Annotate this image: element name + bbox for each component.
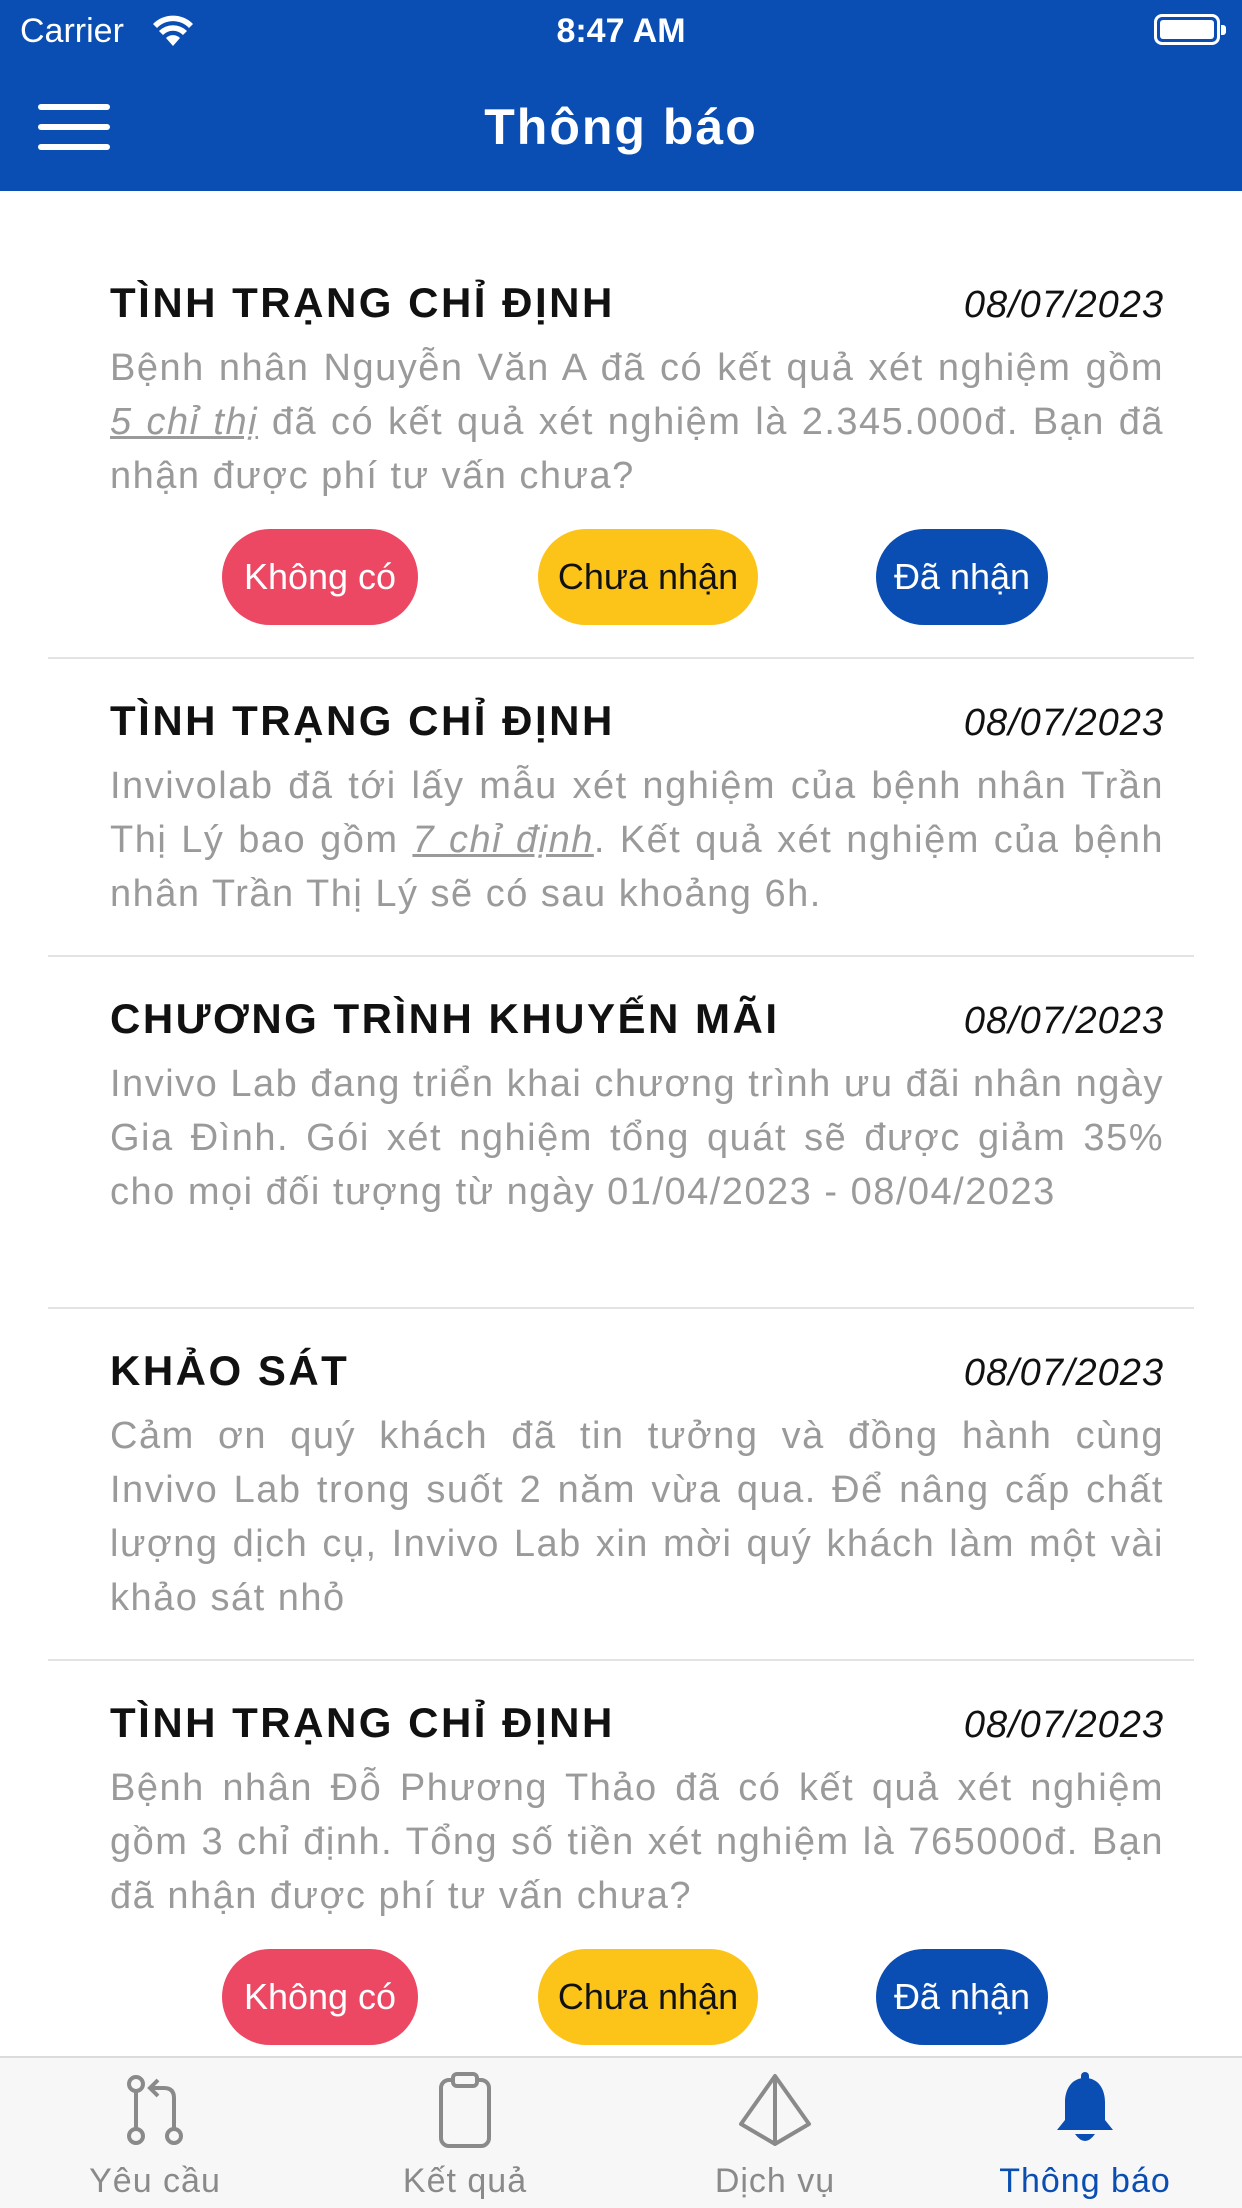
indication-link[interactable]: 5 chỉ thị [110, 401, 258, 443]
notification-title: TÌNH TRẠNG CHỈ ĐỊNH [110, 697, 615, 744]
tab-label: Dịch vụ [714, 2162, 836, 2200]
received-button[interactable]: Đã nhận [876, 1949, 1048, 2045]
prism-icon [739, 2074, 811, 2146]
clipboard-icon [439, 2072, 491, 2148]
tab-results[interactable]: Kết quả [310, 2058, 620, 2208]
not-received-button[interactable]: Chưa nhận [538, 1949, 758, 2045]
page-title: Thông báo [484, 99, 758, 155]
notification-date: 08/07/2023 [963, 1352, 1164, 1394]
not-received-button[interactable]: Chưa nhận [538, 529, 758, 625]
tab-label: Thông báo [999, 2162, 1171, 2200]
received-button[interactable]: Đã nhận [876, 529, 1048, 625]
bell-icon [1057, 2072, 1113, 2141]
notification-card[interactable]: CHƯƠNG TRÌNH KHUYẾN MÃI 08/07/2023 Inviv… [48, 995, 1194, 1219]
divider [48, 955, 1194, 957]
tab-bar: Yêu cầu Kết quả Dịch vụ Thông báo [0, 2056, 1242, 2208]
divider [48, 1307, 1194, 1309]
indication-link[interactable]: 7 chỉ định [412, 819, 593, 861]
notification-card[interactable]: TÌNH TRẠNG CHỈ ĐỊNH 08/07/2023 Bệnh nhân… [48, 1699, 1194, 2045]
tab-label: Yêu cầu [89, 2162, 221, 2200]
notification-title: TÌNH TRẠNG CHỈ ĐỊNH [110, 279, 615, 326]
battery-icon [1154, 14, 1226, 45]
pull-request-icon [127, 2075, 183, 2145]
notification-title: KHẢO SÁT [110, 1347, 350, 1394]
divider [48, 657, 1194, 659]
notification-text: Bệnh nhân Đỗ Phương Thảo đã có kết quả x… [110, 1767, 1164, 1917]
notification-text: Bệnh nhân Nguyễn Văn A đã có kết quả xét… [110, 347, 1165, 497]
notification-date: 08/07/2023 [963, 1704, 1164, 1746]
status-time: 8:47 AM [556, 12, 686, 50]
tab-label: Kết quả [402, 2162, 528, 2200]
notification-date: 08/07/2023 [963, 1000, 1164, 1042]
tab-notifications[interactable]: Thông báo [930, 2058, 1240, 2208]
tab-requests[interactable]: Yêu cầu [0, 2058, 310, 2208]
no-fee-button[interactable]: Không có [222, 529, 418, 625]
divider [48, 1659, 1194, 1661]
fee-actions: Không có Chưa nhận Đã nhận [110, 529, 1164, 625]
notification-date: 08/07/2023 [963, 702, 1164, 744]
no-fee-button[interactable]: Không có [222, 1949, 418, 2045]
tab-services[interactable]: Dịch vụ [620, 2058, 930, 2208]
status-bar: Carrier 8:47 AM [0, 0, 1242, 60]
notification-text: Invivolab đã tới lấy mẫu xét nghiệm của … [110, 765, 1164, 915]
fee-actions: Không có Chưa nhận Đã nhận [110, 1949, 1164, 2045]
notification-title: TÌNH TRẠNG CHỈ ĐỊNH [110, 1699, 615, 1746]
notification-card[interactable]: TÌNH TRẠNG CHỈ ĐỊNH 08/07/2023 Invivolab… [48, 697, 1194, 921]
notification-card[interactable]: TÌNH TRẠNG CHỈ ĐỊNH 08/07/2023 Bệnh nhân… [48, 279, 1194, 625]
notification-title: CHƯƠNG TRÌNH KHUYẾN MÃI [110, 995, 780, 1042]
notification-card[interactable]: KHẢO SÁT 08/07/2023 Cảm ơn quý khách đã … [48, 1347, 1194, 1625]
notification-list[interactable]: TÌNH TRẠNG CHỈ ĐỊNH 08/07/2023 Bệnh nhân… [0, 191, 1242, 2056]
notification-text: Invivo Lab đang triển khai chương trình … [110, 1063, 1164, 1213]
notification-text: Cảm ơn quý khách đã tin tưởng và đồng hà… [110, 1415, 1164, 1619]
notification-date: 08/07/2023 [963, 284, 1164, 326]
app-header: Carrier 8:47 AM Thông báo [0, 0, 1242, 191]
